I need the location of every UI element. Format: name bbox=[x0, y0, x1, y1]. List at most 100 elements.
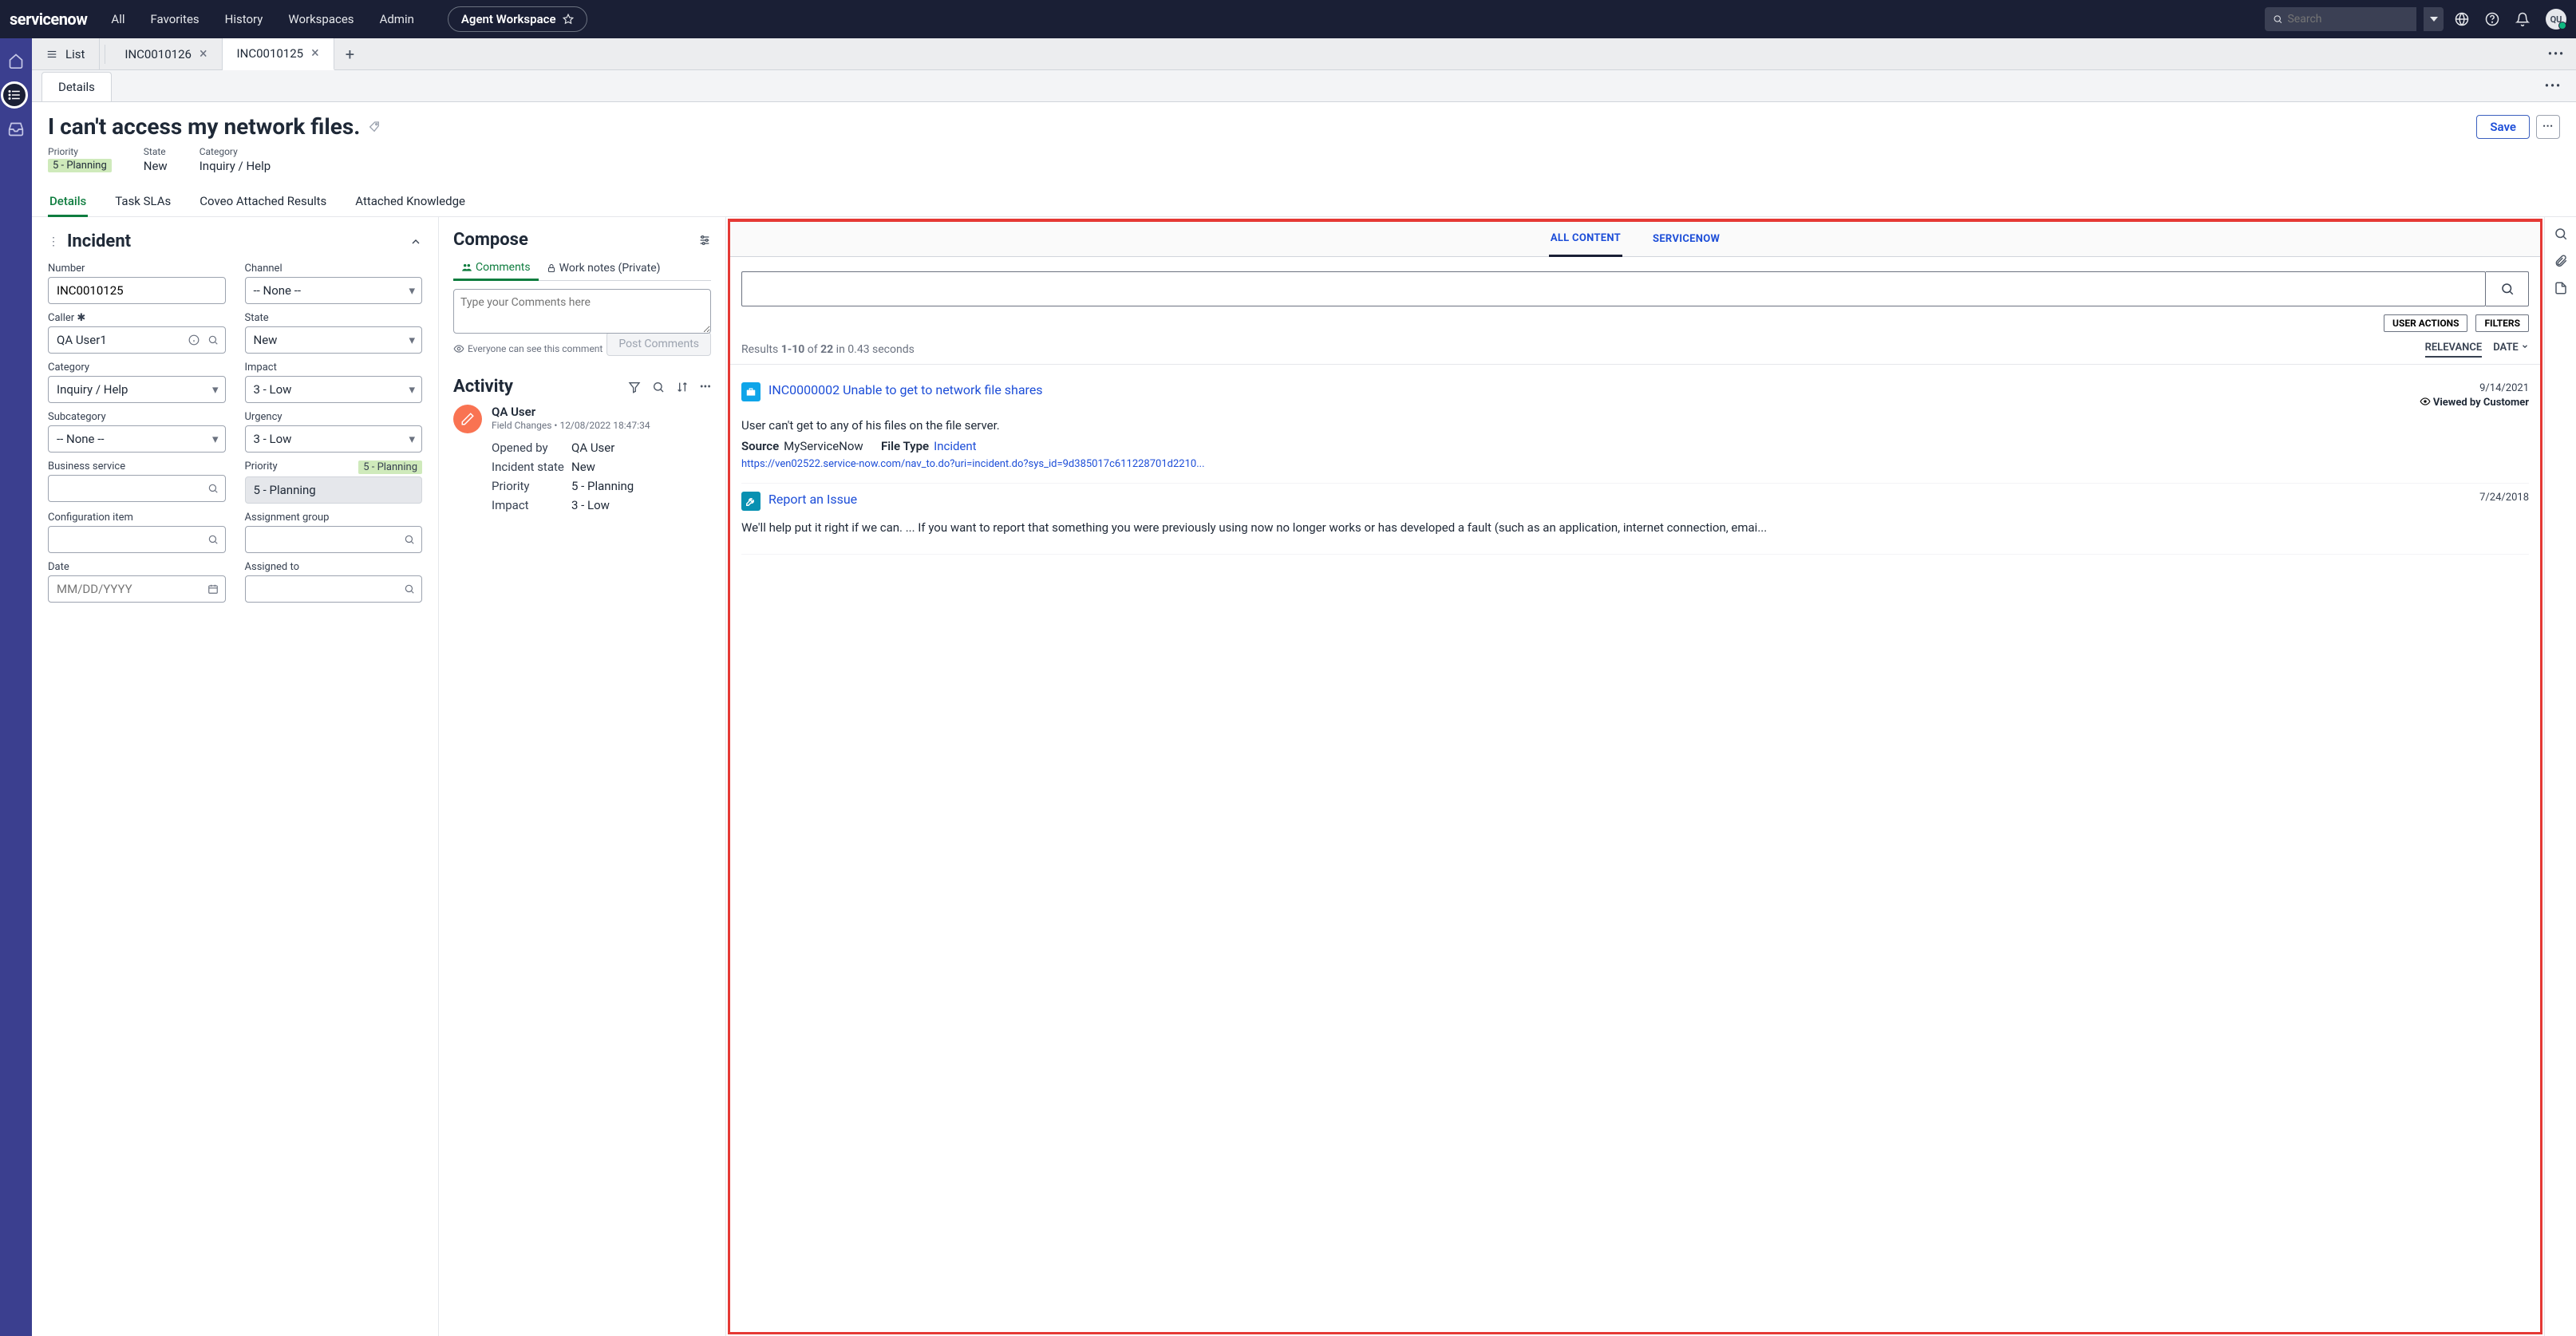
search-icon bbox=[2273, 14, 2282, 25]
add-tab-button[interactable]: + bbox=[334, 45, 365, 64]
search-icon[interactable] bbox=[207, 483, 219, 494]
subcategory-select[interactable]: -- None --▾ bbox=[48, 425, 226, 453]
search-icon[interactable] bbox=[404, 534, 415, 545]
comment-textarea[interactable] bbox=[453, 289, 711, 334]
tabs-more-button[interactable]: ••• bbox=[2537, 48, 2576, 61]
category-select[interactable]: Inquiry / Help▾ bbox=[48, 376, 226, 403]
close-icon[interactable]: × bbox=[311, 46, 319, 61]
compose-title: Compose bbox=[453, 230, 698, 250]
tab-list[interactable]: List bbox=[32, 38, 100, 70]
result-title-link[interactable]: INC0000002 Unable to get to network file… bbox=[768, 382, 2420, 409]
urgency-select[interactable]: 3 - Low▾ bbox=[245, 425, 423, 453]
result-date: 9/14/2021 bbox=[2420, 382, 2529, 394]
pencil-icon bbox=[460, 412, 475, 426]
assigngrp-label: Assignment group bbox=[245, 512, 423, 524]
filetype-link[interactable]: Incident bbox=[934, 439, 976, 453]
chevron-up-icon[interactable] bbox=[409, 235, 422, 248]
compose-tab-comments[interactable]: Comments bbox=[453, 256, 539, 281]
document-icon[interactable] bbox=[2554, 281, 2568, 295]
activity-timestamp: Field Changes • 12/08/2022 18:47:34 bbox=[492, 420, 711, 431]
globe-icon[interactable] bbox=[2450, 7, 2474, 31]
search-icon[interactable] bbox=[652, 381, 665, 393]
meta-category-label: Category bbox=[200, 146, 271, 157]
assignedto-input[interactable] bbox=[245, 575, 423, 603]
nav-favorites[interactable]: Favorites bbox=[140, 4, 211, 34]
global-search-input[interactable] bbox=[2287, 13, 2408, 26]
state-select[interactable]: New▾ bbox=[245, 326, 423, 354]
sliders-icon[interactable] bbox=[698, 234, 711, 247]
search-icon[interactable] bbox=[404, 583, 415, 595]
list-pill-icon[interactable] bbox=[1, 81, 28, 109]
meta-state-value: New bbox=[144, 159, 168, 173]
assigngrp-input[interactable] bbox=[245, 526, 423, 553]
nav-all[interactable]: All bbox=[100, 4, 136, 34]
form-menu-icon[interactable]: ⋮ bbox=[48, 235, 59, 248]
impact-label: Impact bbox=[245, 362, 423, 374]
sort-icon[interactable] bbox=[676, 381, 689, 393]
filters-button[interactable]: FILTERS bbox=[2475, 314, 2529, 332]
home-icon[interactable] bbox=[5, 49, 27, 72]
close-icon[interactable]: × bbox=[200, 47, 207, 61]
tag-icon[interactable] bbox=[368, 121, 381, 133]
inbox-icon[interactable] bbox=[5, 118, 27, 140]
calendar-icon[interactable] bbox=[207, 583, 219, 595]
number-input[interactable] bbox=[48, 277, 226, 304]
viewed-by-customer-badge: Viewed by Customer bbox=[2420, 396, 2529, 409]
info-icon[interactable] bbox=[188, 334, 200, 346]
user-avatar[interactable]: QU bbox=[2546, 9, 2566, 30]
subtab-details[interactable]: Details bbox=[41, 72, 112, 101]
config-input[interactable] bbox=[48, 526, 226, 553]
save-button[interactable]: Save bbox=[2476, 115, 2530, 139]
agent-workspace-button[interactable]: Agent Workspace bbox=[448, 6, 587, 32]
post-comments-button[interactable]: Post Comments bbox=[606, 332, 711, 356]
global-search[interactable] bbox=[2265, 7, 2416, 31]
date-label: Date bbox=[48, 561, 226, 573]
user-actions-button[interactable]: USER ACTIONS bbox=[2384, 314, 2467, 332]
subtabs-more-button[interactable]: ••• bbox=[2531, 80, 2576, 93]
nav-workspaces[interactable]: Workspaces bbox=[277, 4, 365, 34]
caller-input[interactable]: QA User1 bbox=[48, 326, 226, 354]
results-count: Results 1-10 of 22 in 0.43 seconds bbox=[741, 343, 2425, 356]
sort-relevance[interactable]: RELEVANCE bbox=[2425, 342, 2483, 358]
coveo-results-panel: ALL CONTENT SERVICENOW USER ACTIONS FILT… bbox=[728, 219, 2542, 1334]
help-icon[interactable] bbox=[2480, 7, 2504, 31]
search-dropdown[interactable] bbox=[2423, 7, 2444, 31]
right-rail bbox=[2544, 217, 2576, 1336]
results-search-button[interactable] bbox=[2486, 271, 2529, 306]
result-item: Report an Issue 7/24/2018 We'll help put… bbox=[741, 484, 2529, 555]
paperclip-icon[interactable] bbox=[2554, 254, 2568, 268]
rtab-slas[interactable]: Task SLAs bbox=[113, 188, 172, 216]
search-icon[interactable] bbox=[207, 534, 219, 545]
search-icon[interactable] bbox=[207, 334, 219, 346]
caret-down-icon: ▾ bbox=[212, 432, 219, 446]
more-icon[interactable]: ••• bbox=[700, 381, 711, 393]
impact-select[interactable]: 3 - Low▾ bbox=[245, 376, 423, 403]
results-tab-all[interactable]: ALL CONTENT bbox=[1549, 222, 1622, 257]
date-input[interactable] bbox=[48, 575, 226, 603]
nav-admin[interactable]: Admin bbox=[369, 4, 425, 34]
sort-date[interactable]: DATE bbox=[2493, 342, 2529, 358]
rtab-coveo[interactable]: Coveo Attached Results bbox=[198, 188, 328, 216]
tab-inc0010126[interactable]: INC0010126 × bbox=[110, 38, 222, 70]
state-label: State bbox=[245, 312, 423, 324]
channel-select[interactable]: -- None --▾ bbox=[245, 277, 423, 304]
tab-inc0010125[interactable]: INC0010125 × bbox=[223, 38, 334, 70]
filter-icon[interactable] bbox=[628, 381, 641, 393]
search-icon[interactable] bbox=[2554, 227, 2568, 241]
bizservice-input[interactable] bbox=[48, 475, 226, 502]
meta-category-value: Inquiry / Help bbox=[200, 159, 271, 173]
results-tab-servicenow[interactable]: SERVICENOW bbox=[1651, 223, 1721, 255]
more-actions-button[interactable]: ⋯ bbox=[2536, 115, 2560, 139]
bell-icon[interactable] bbox=[2511, 7, 2535, 31]
left-rail bbox=[0, 38, 32, 1336]
results-search-input[interactable] bbox=[741, 271, 2486, 306]
result-title-link[interactable]: Report an Issue bbox=[768, 492, 2479, 511]
nav-history[interactable]: History bbox=[214, 4, 275, 34]
result-url[interactable]: https://ven02522.service-now.com/nav_to.… bbox=[741, 458, 2529, 470]
record-subtabs: Details ••• bbox=[32, 70, 2576, 102]
rtab-knowledge[interactable]: Attached Knowledge bbox=[354, 188, 467, 216]
priority-input: 5 - Planning bbox=[245, 476, 423, 504]
rtab-details[interactable]: Details bbox=[48, 188, 88, 217]
search-icon bbox=[2500, 282, 2515, 296]
compose-tab-worknotes[interactable]: Work notes (Private) bbox=[539, 256, 669, 280]
